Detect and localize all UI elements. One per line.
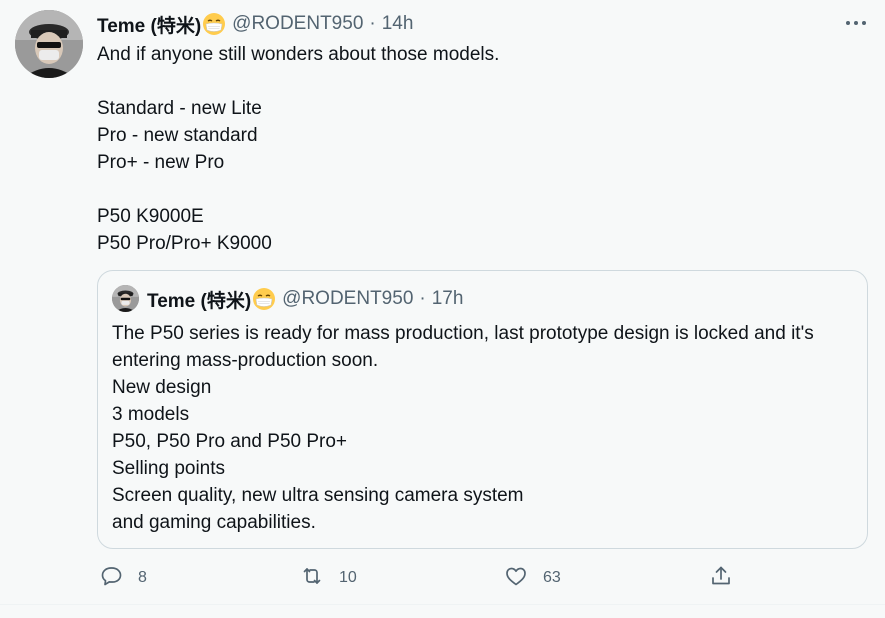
- heart-icon: [504, 564, 528, 593]
- quoted-avatar[interactable]: [112, 285, 139, 312]
- mask-face-emoji-icon: [252, 287, 276, 311]
- tweet-header: Teme (特米) @RODENT950 · 14h: [97, 11, 413, 37]
- quoted-separator-dot: ·: [419, 288, 426, 309]
- tweet-text: And if anyone still wonders about those …: [97, 44, 500, 254]
- quoted-tweet-timestamp: 17h: [431, 288, 464, 309]
- quoted-avatar-image: [112, 285, 139, 312]
- reply-icon: [99, 564, 123, 593]
- like-button[interactable]: 63: [504, 563, 561, 593]
- reply-button[interactable]: 8: [99, 563, 147, 593]
- author-name[interactable]: Teme (特米): [97, 11, 201, 38]
- next-item-strip: [0, 605, 885, 618]
- retweet-button[interactable]: 10: [300, 563, 357, 593]
- mask-face-emoji-icon: [202, 12, 226, 36]
- share-icon: [709, 564, 733, 593]
- quoted-author-handle: @RODENT950: [282, 288, 414, 309]
- more-options-icon[interactable]: [844, 14, 868, 32]
- quoted-tweet-text: The P50 series is ready for mass product…: [112, 323, 814, 533]
- quoted-author-name: Teme (特米): [147, 290, 252, 312]
- tweet-actions: 8 10 63: [97, 563, 747, 593]
- share-button[interactable]: [709, 563, 733, 593]
- quoted-tweet-header: Teme (特米) @RODENT950 · 17h: [147, 287, 464, 312]
- tweet: Teme (特米) @RODENT950 · 14h And if anyone…: [0, 0, 885, 604]
- avatar-image: [15, 10, 83, 78]
- separator-dot: ·: [369, 13, 376, 34]
- quoted-tweet[interactable]: Teme (特米) @RODENT950 · 17h The P50 serie…: [97, 270, 868, 549]
- retweet-icon: [300, 564, 324, 593]
- author-handle[interactable]: @RODENT950: [232, 13, 363, 35]
- reply-count: 8: [138, 569, 147, 586]
- like-count: 63: [543, 569, 561, 586]
- tweet-timestamp[interactable]: 14h: [382, 13, 414, 35]
- avatar[interactable]: [15, 10, 83, 78]
- retweet-count: 10: [339, 569, 357, 586]
